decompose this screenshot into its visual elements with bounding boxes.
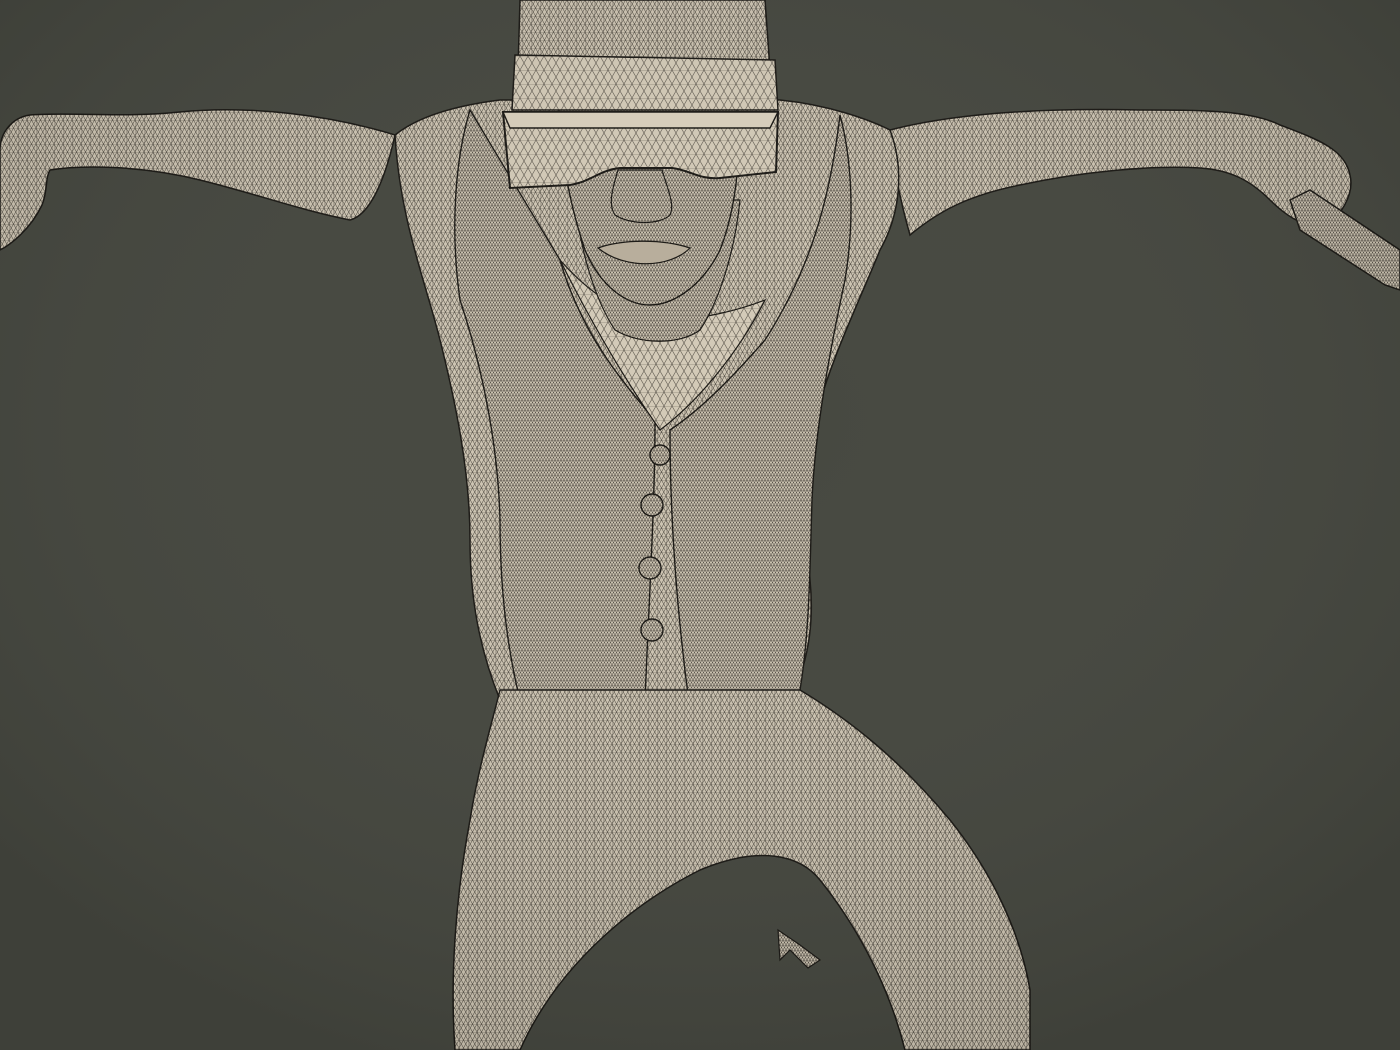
viewport-render xyxy=(0,0,1400,1050)
goggles-frame-top xyxy=(501,111,780,129)
vest-button xyxy=(640,493,664,517)
hat-band-mesh xyxy=(511,54,779,111)
vest-button xyxy=(640,618,664,642)
nose-mesh xyxy=(610,169,673,224)
vest-button xyxy=(638,556,662,580)
vest-button xyxy=(649,444,671,466)
3d-viewport[interactable] xyxy=(0,0,1400,1050)
